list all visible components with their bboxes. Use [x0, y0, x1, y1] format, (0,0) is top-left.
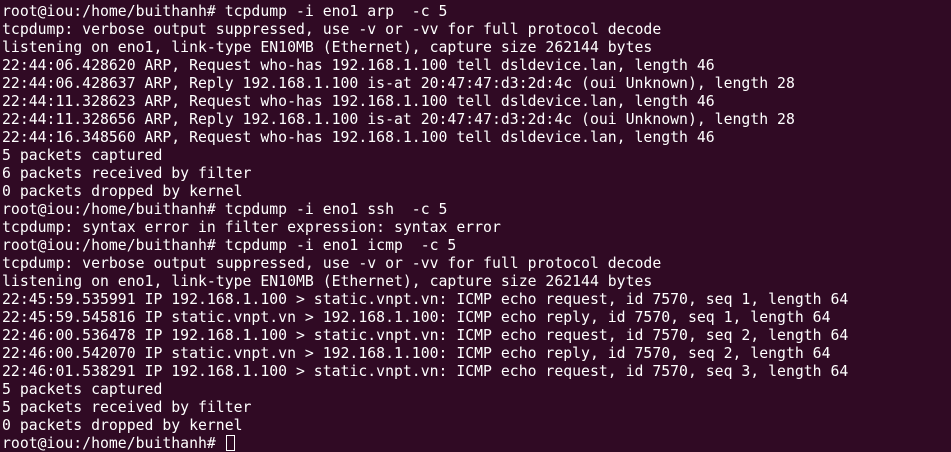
terminal-line: 5 packets received by filter: [2, 399, 252, 416]
text-cursor: [225, 435, 235, 451]
terminal-line: 22:46:00.542070 IP static.vnpt.vn > 192.…: [2, 345, 831, 362]
terminal-line: 22:44:11.328623 ARP, Request who-has 192…: [2, 93, 715, 110]
terminal-line: 22:45:59.545816 IP static.vnpt.vn > 192.…: [2, 309, 831, 326]
terminal-line: 22:44:11.328656 ARP, Reply 192.168.1.100…: [2, 111, 795, 128]
terminal-line: 22:44:06.428620 ARP, Request who-has 192…: [2, 57, 715, 74]
terminal-prompt: root@iou:/home/buithanh#: [2, 435, 225, 452]
terminal-window[interactable]: root@iou:/home/buithanh# tcpdump -i eno1…: [0, 0, 951, 452]
terminal-line: 22:45:59.535991 IP 192.168.1.100 > stati…: [2, 291, 849, 308]
terminal-line: 5 packets captured: [2, 381, 163, 398]
terminal-line: root@iou:/home/buithanh# tcpdump -i eno1…: [2, 201, 448, 218]
terminal-input-line[interactable]: root@iou:/home/buithanh#: [2, 435, 951, 452]
terminal-line: 0 packets dropped by kernel: [2, 183, 243, 200]
terminal-line: 0 packets dropped by kernel: [2, 417, 243, 434]
terminal-line: 5 packets captured: [2, 147, 163, 164]
terminal-line: 22:44:16.348560 ARP, Request who-has 192…: [2, 129, 715, 146]
terminal-line: tcpdump: verbose output suppressed, use …: [2, 21, 662, 38]
terminal-line: tcpdump: verbose output suppressed, use …: [2, 255, 662, 272]
terminal-line: tcpdump: syntax error in filter expressi…: [2, 219, 501, 236]
terminal-line: listening on eno1, link-type EN10MB (Eth…: [2, 39, 653, 56]
terminal-line: 22:44:06.428637 ARP, Reply 192.168.1.100…: [2, 75, 795, 92]
terminal-line: 22:46:00.536478 IP 192.168.1.100 > stati…: [2, 327, 849, 344]
terminal-line: 6 packets received by filter: [2, 165, 252, 182]
terminal-line: root@iou:/home/buithanh# tcpdump -i eno1…: [2, 3, 448, 20]
terminal-line: 22:46:01.538291 IP 192.168.1.100 > stati…: [2, 363, 849, 380]
terminal-line: listening on eno1, link-type EN10MB (Eth…: [2, 273, 653, 290]
terminal-line: root@iou:/home/buithanh# tcpdump -i eno1…: [2, 237, 457, 254]
